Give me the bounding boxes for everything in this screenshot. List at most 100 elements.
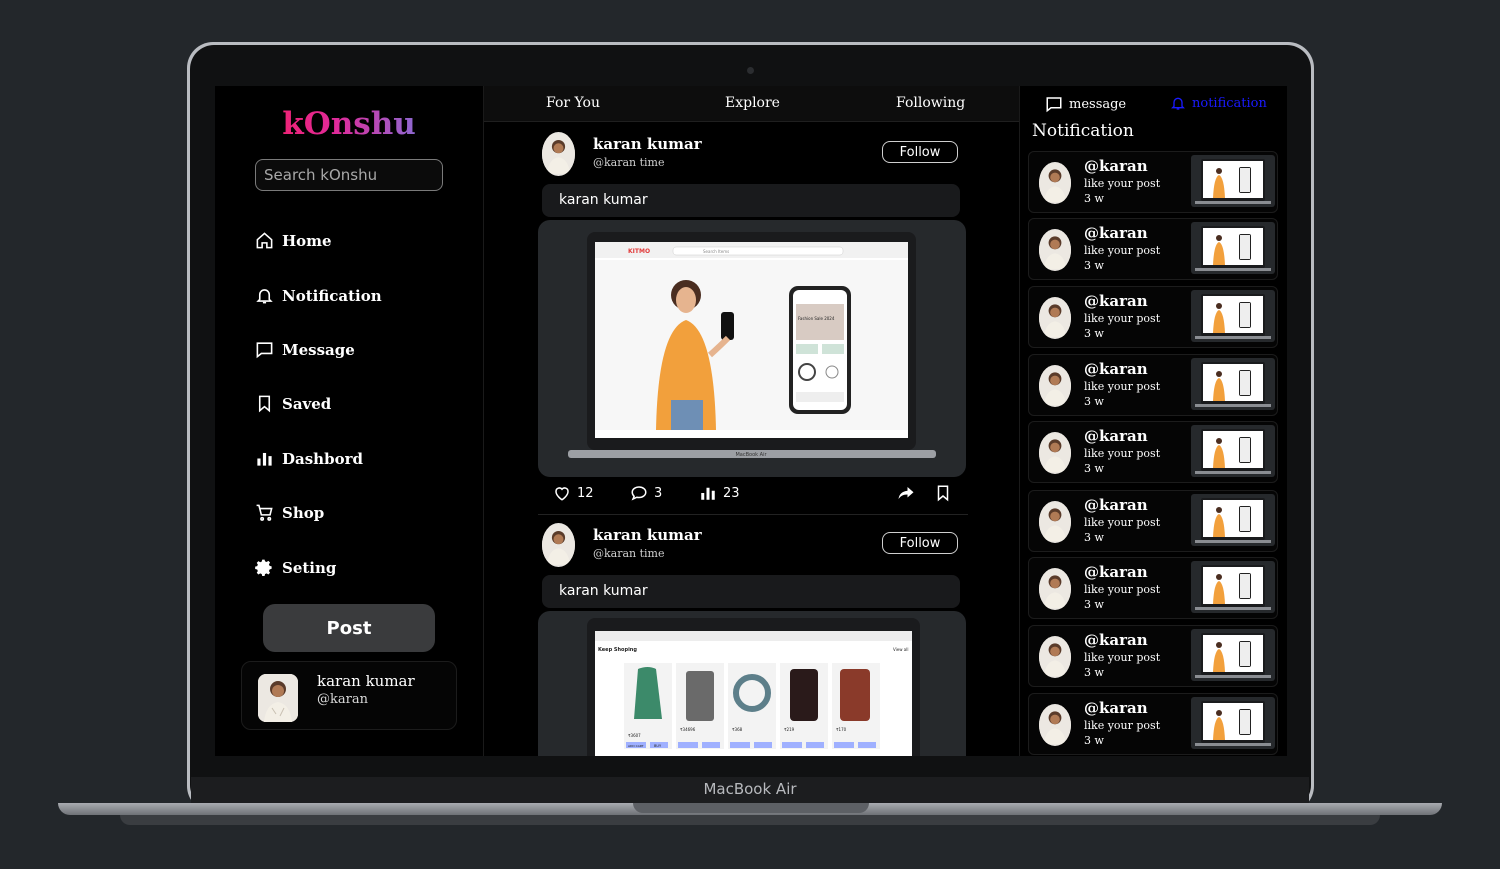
post-image[interactable]: KITMO Search Items Fashion Sale 2024 Mac…	[538, 220, 966, 477]
notification-item[interactable]: @karan like your post 3 w	[1028, 693, 1278, 755]
laptop-mockup-image: KITMO Search Items Fashion Sale 2024 Mac…	[568, 232, 936, 458]
nav-saved[interactable]: Saved	[255, 394, 331, 413]
notification-text: like your post	[1084, 447, 1161, 460]
price-label: ₹219	[784, 727, 795, 732]
nav-label: Saved	[282, 394, 332, 413]
notification-user[interactable]: @karan	[1084, 360, 1148, 378]
price-label: ₹3607	[628, 733, 641, 738]
tab-explore[interactable]: Explore	[725, 95, 780, 111]
price-label: ₹170	[836, 727, 847, 732]
notification-link[interactable]: notification	[1170, 95, 1267, 111]
follow-button[interactable]: Follow	[882, 532, 958, 554]
notification-item[interactable]: @karan like your post 3 w	[1028, 354, 1278, 416]
notification-item[interactable]: @karan like your post 3 w	[1028, 286, 1278, 348]
search-input[interactable]	[255, 159, 443, 191]
views-button[interactable]: 23	[699, 484, 740, 502]
nav-label: Shop	[282, 503, 325, 522]
post-thumbnail[interactable]	[1191, 222, 1275, 274]
avatar	[1039, 432, 1071, 474]
post-thumbnail[interactable]	[1191, 494, 1275, 546]
sidebar: kOnshu Home Notification Message Saved D…	[215, 86, 483, 756]
post-thumbnail[interactable]	[1191, 358, 1275, 410]
laptop-base-shadow	[120, 815, 1380, 825]
post-thumbnail[interactable]	[1191, 155, 1275, 207]
nav-message[interactable]: Message	[255, 340, 355, 359]
post-image[interactable]: Keep Shoping View all ₹3607 ₹34696 ₹368	[538, 611, 966, 756]
notification-time: 3 w	[1084, 259, 1104, 272]
notification-item[interactable]: @karan like your post 3 w	[1028, 421, 1278, 483]
notification-item[interactable]: @karan like your post 3 w	[1028, 557, 1278, 619]
post-thumbnail[interactable]	[1191, 290, 1275, 342]
notification-user[interactable]: @karan	[1084, 292, 1148, 310]
post-thumbnail[interactable]	[1191, 425, 1275, 477]
nav-notification[interactable]: Notification	[255, 286, 382, 305]
post-author-handle: @karan time	[593, 156, 665, 169]
price-label: ₹34696	[680, 727, 696, 732]
nav-settings[interactable]: Seting	[255, 558, 336, 577]
post-author-name[interactable]: karan kumar	[593, 135, 702, 153]
post-text: karan kumar	[542, 184, 960, 217]
notification-text: like your post	[1084, 516, 1161, 529]
notification-time: 3 w	[1084, 734, 1104, 747]
notification-item[interactable]: @karan like your post 3 w	[1028, 625, 1278, 687]
nav-label: Notification	[282, 286, 382, 305]
app-logo[interactable]: kOnshu	[215, 106, 483, 142]
post-button[interactable]: Post	[263, 604, 435, 652]
follow-button[interactable]: Follow	[882, 141, 958, 163]
notification-user[interactable]: @karan	[1084, 631, 1148, 649]
post-thumbnail[interactable]	[1191, 697, 1275, 749]
bookmark-button[interactable]	[934, 484, 952, 502]
notification-user[interactable]: @karan	[1084, 699, 1148, 717]
bar-chart-icon	[701, 487, 715, 500]
avatar[interactable]	[542, 523, 575, 567]
comment-button[interactable]: 3	[630, 484, 662, 502]
notification-panel: message notification Notification @karan…	[1018, 86, 1287, 756]
media-view-all: View all	[893, 647, 908, 652]
cart-icon	[256, 504, 273, 521]
message-link[interactable]: message	[1045, 95, 1126, 113]
post-author-name[interactable]: karan kumar	[593, 526, 702, 544]
like-button[interactable]: 12	[553, 484, 594, 502]
notification-time: 3 w	[1084, 395, 1104, 408]
notification-item[interactable]: @karan like your post 3 w	[1028, 151, 1278, 213]
nav-shop[interactable]: Shop	[255, 503, 324, 522]
nav-label: Message	[282, 340, 355, 359]
heart-icon	[555, 487, 569, 501]
feed-tabs: For You Explore Following	[484, 86, 1019, 122]
notification-user[interactable]: @karan	[1084, 427, 1148, 445]
nav-dashboard[interactable]: Dashbord	[255, 449, 363, 468]
share-button[interactable]	[897, 484, 915, 502]
post-text: karan kumar	[542, 575, 960, 608]
price-label: ₹368	[732, 727, 743, 732]
profile-card[interactable]: karan kumar @karan	[241, 661, 457, 730]
tab-following[interactable]: Following	[896, 95, 965, 111]
view-count: 23	[723, 485, 740, 501]
notification-user[interactable]: @karan	[1084, 496, 1148, 514]
app-screen: kOnshu Home Notification Message Saved D…	[215, 86, 1287, 756]
notification-item[interactable]: @karan like your post 3 w	[1028, 490, 1278, 552]
post-thumbnail[interactable]	[1191, 561, 1275, 613]
notification-time: 3 w	[1084, 327, 1104, 340]
post-thumbnail[interactable]	[1191, 629, 1275, 681]
laptop-mockup-image: Keep Shoping View all ₹3607 ₹34696 ₹368	[587, 618, 920, 756]
notification-item[interactable]: @karan like your post 3 w	[1028, 218, 1278, 280]
notification-user[interactable]: @karan	[1084, 563, 1148, 581]
nav-home[interactable]: Home	[255, 231, 332, 250]
notification-user[interactable]: @karan	[1084, 224, 1148, 242]
avatar	[1039, 704, 1071, 746]
tab-for-you[interactable]: For You	[546, 95, 600, 111]
post-author-handle: @karan time	[593, 547, 665, 560]
notification-text: like your post	[1084, 380, 1161, 393]
post-card: karan kumar @karan time Follow karan kum…	[538, 512, 968, 756]
notification-user[interactable]: @karan	[1084, 157, 1148, 175]
panel-title: Notification	[1032, 121, 1134, 141]
media-section: Keep Shoping	[598, 647, 637, 653]
avatar	[1039, 229, 1071, 271]
avatar	[1039, 365, 1071, 407]
avatar[interactable]	[542, 132, 575, 176]
avatar	[258, 674, 298, 722]
media-search: Search Items	[703, 249, 729, 254]
notification-time: 3 w	[1084, 598, 1104, 611]
notification-time: 3 w	[1084, 531, 1104, 544]
bell-icon	[256, 289, 273, 304]
